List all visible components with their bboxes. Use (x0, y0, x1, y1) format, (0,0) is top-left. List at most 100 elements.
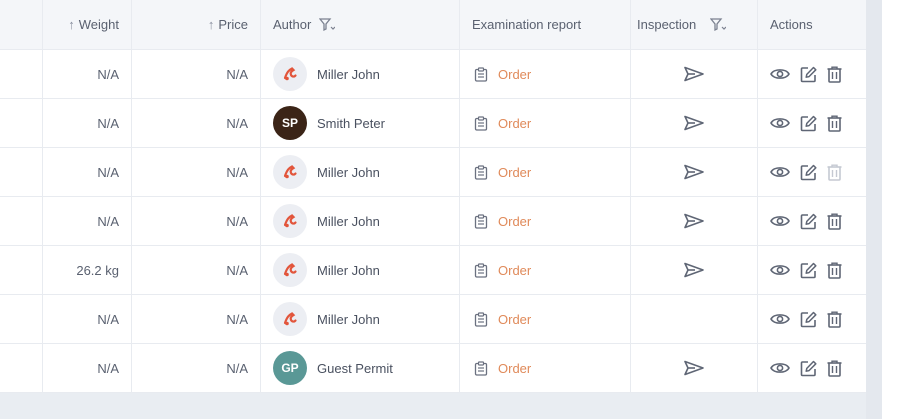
weight-cell: 26.2 kg (42, 245, 132, 295)
trash-icon[interactable] (827, 115, 842, 132)
edit-icon[interactable] (800, 311, 817, 328)
author-cell: Miller John (260, 245, 460, 295)
eye-icon[interactable] (770, 116, 790, 130)
cell-hidden (0, 98, 43, 148)
price-cell: N/A (131, 98, 261, 148)
company-logo-avatar (273, 155, 307, 189)
table-row: N/A N/A Miller John Order (0, 196, 873, 246)
cell-hidden (0, 245, 43, 295)
header-report-label: Examination report (472, 17, 582, 32)
trash-icon[interactable] (827, 262, 842, 279)
cell-hidden (0, 294, 43, 344)
table-row: N/A N/A Miller John Order (0, 49, 873, 99)
price-cell: N/A (131, 343, 261, 393)
table-row: N/A N/A GP Guest Permit Order (0, 343, 873, 393)
author-cell: Miller John (260, 147, 460, 197)
edit-icon[interactable] (800, 360, 817, 377)
actions-cell (757, 343, 873, 393)
clipboard-icon (474, 360, 488, 376)
actions-cell (757, 147, 873, 197)
order-link[interactable]: Order (498, 214, 531, 229)
trash-icon[interactable] (827, 66, 842, 83)
clipboard-icon (474, 262, 488, 278)
arrow-up-icon[interactable]: ↑ (208, 17, 215, 32)
weight-cell: N/A (42, 49, 132, 99)
cell-hidden (0, 196, 43, 246)
logo-icon (282, 164, 298, 180)
order-link[interactable]: Order (498, 263, 531, 278)
company-logo-avatar (273, 204, 307, 238)
trash-icon[interactable] (827, 360, 842, 377)
header-examination-report[interactable]: Examination report (459, 0, 631, 50)
edit-icon[interactable] (800, 213, 817, 230)
report-cell: Order (459, 49, 631, 99)
order-link[interactable]: Order (498, 312, 531, 327)
eye-icon[interactable] (770, 312, 790, 326)
inspection-cell (630, 147, 758, 197)
order-link[interactable]: Order (498, 116, 531, 131)
author-name: Miller John (317, 213, 380, 229)
edit-icon[interactable] (800, 66, 817, 83)
filter-icon[interactable] (710, 17, 727, 32)
header-inspection[interactable]: Inspection (630, 0, 758, 50)
send-icon[interactable] (684, 360, 704, 376)
actions-cell (757, 98, 873, 148)
author-name: Miller John (317, 262, 380, 278)
trash-icon[interactable] (827, 213, 842, 230)
report-cell: Order (459, 343, 631, 393)
eye-icon[interactable] (770, 165, 790, 179)
company-logo-avatar (273, 253, 307, 287)
send-icon[interactable] (684, 164, 704, 180)
eye-icon[interactable] (770, 263, 790, 277)
arrow-up-icon[interactable]: ↑ (68, 17, 75, 32)
order-link[interactable]: Order (498, 361, 531, 376)
inspection-cell (630, 49, 758, 99)
weight-cell: N/A (42, 343, 132, 393)
send-icon[interactable] (684, 66, 704, 82)
edit-icon[interactable] (800, 164, 817, 181)
edit-icon[interactable] (800, 262, 817, 279)
author-name: Guest Permit (317, 360, 393, 376)
eye-icon[interactable] (770, 361, 790, 375)
inspection-cell (630, 98, 758, 148)
company-logo-avatar (273, 57, 307, 91)
send-icon[interactable] (684, 262, 704, 278)
clipboard-icon (474, 213, 488, 229)
header-author-label: Author (273, 17, 312, 32)
avatar: GP (273, 351, 307, 385)
weight-cell: N/A (42, 196, 132, 246)
table-row: N/A N/A Miller John Order (0, 294, 873, 344)
inspection-cell (630, 294, 758, 344)
header-weight[interactable]: ↑ Weight (42, 0, 132, 50)
report-cell: Order (459, 147, 631, 197)
filter-icon[interactable] (319, 17, 336, 32)
author-name: Miller John (317, 164, 380, 180)
trash-icon[interactable] (827, 311, 842, 328)
header-price-label: Price (218, 17, 248, 32)
avatar: SP (273, 106, 307, 140)
weight-cell: N/A (42, 147, 132, 197)
eye-icon[interactable] (770, 214, 790, 228)
author-cell: Miller John (260, 294, 460, 344)
price-cell: N/A (131, 147, 261, 197)
price-cell: N/A (131, 49, 261, 99)
header-actions: Actions (757, 0, 873, 50)
author-name: Miller John (317, 66, 380, 82)
order-link[interactable]: Order (498, 67, 531, 82)
eye-icon[interactable] (770, 67, 790, 81)
logo-icon (282, 213, 298, 229)
header-author[interactable]: Author (260, 0, 460, 50)
clipboard-icon (474, 66, 488, 82)
table-row: N/A N/A Miller John Order (0, 147, 873, 197)
author-cell: Miller John (260, 196, 460, 246)
header-inspection-label: Inspection (637, 17, 697, 32)
header-price[interactable]: ↑ Price (131, 0, 261, 50)
header-cell-hidden (0, 0, 43, 50)
order-link[interactable]: Order (498, 165, 531, 180)
send-icon[interactable] (684, 115, 704, 131)
inspection-cell (630, 343, 758, 393)
actions-cell (757, 245, 873, 295)
actions-cell (757, 196, 873, 246)
send-icon[interactable] (684, 213, 704, 229)
edit-icon[interactable] (800, 115, 817, 132)
